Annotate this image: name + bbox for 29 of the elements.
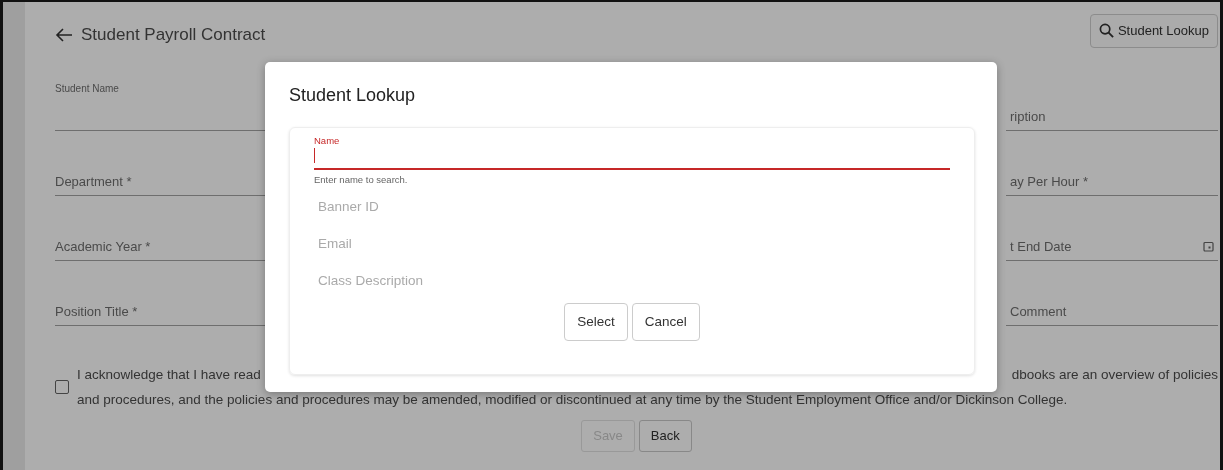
student-lookup-button[interactable]: Student Lookup xyxy=(1089,14,1218,48)
field-label: ay Per Hour * xyxy=(1010,172,1089,191)
field-label: Position Title * xyxy=(55,302,138,321)
field-label: Name xyxy=(314,134,341,148)
field-label: Student Name xyxy=(55,82,119,96)
text-field[interactable]: ription xyxy=(1006,78,1218,131)
acknowledgement-text: and procedures, and the policies and procedures may be amended, modified or discontinued at any time by the Student Employment Office and/or Dickinson College. xyxy=(77,391,1069,409)
page-title: Student Payroll Contract xyxy=(81,24,266,46)
helper-text: Enter name to search. xyxy=(314,173,409,188)
field-label: Academic Year * xyxy=(55,237,151,256)
text-field[interactable]: Comment xyxy=(1006,261,1218,326)
cancel-button[interactable]: Cancel xyxy=(631,302,700,341)
select-button[interactable]: Select xyxy=(564,302,628,341)
field-label: Comment xyxy=(1010,302,1067,321)
field-label: t End Date xyxy=(1010,237,1072,256)
acknowledgement-text: dbooks are an overview of policies xyxy=(1011,366,1218,384)
checkbox[interactable] xyxy=(55,380,69,394)
back-arrow-icon[interactable] xyxy=(55,27,73,42)
text-field[interactable]: ay Per Hour * xyxy=(1006,131,1218,196)
text-cursor xyxy=(314,148,315,164)
search-icon xyxy=(1098,23,1114,39)
name-field[interactable]: Name xyxy=(314,134,950,171)
acknowledgement-text: I acknowledge that I have read xyxy=(77,366,261,384)
calendar-icon[interactable] xyxy=(1203,241,1214,252)
field-label: ription xyxy=(1010,107,1046,126)
text-field[interactable]: t End Date xyxy=(1006,196,1218,261)
dialog-title: Student Lookup xyxy=(289,84,417,107)
back-button[interactable]: Back xyxy=(638,420,692,452)
field-label: Department * xyxy=(55,172,132,191)
